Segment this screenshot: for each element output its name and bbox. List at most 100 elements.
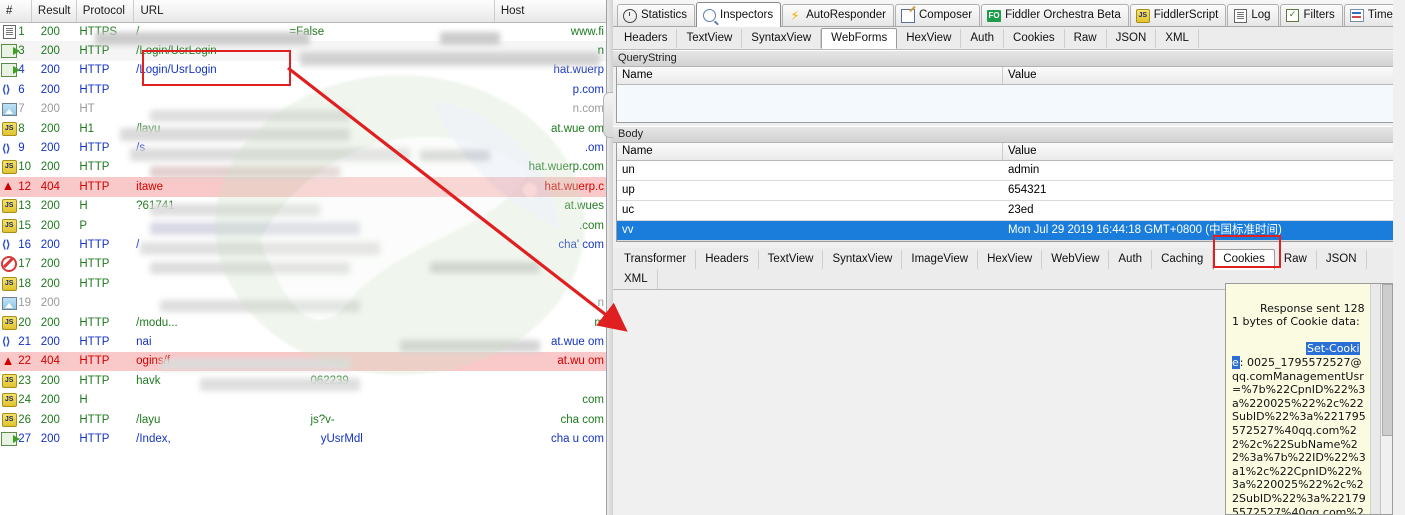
request-tab-hexview[interactable]: HexView <box>897 28 962 48</box>
tab-statistics[interactable]: Statistics <box>617 4 696 26</box>
row-type-icon <box>0 256 18 273</box>
image-icon <box>1 102 17 116</box>
request-arrow-icon <box>1 63 21 78</box>
js-icon: JS <box>1135 8 1150 23</box>
session-host: m <box>594 316 604 329</box>
response-tab-transformer[interactable]: Transformer <box>615 250 697 269</box>
session-host: .com <box>579 219 604 232</box>
column-header-host[interactable]: Host <box>495 0 606 22</box>
redaction-smudge <box>160 300 360 312</box>
js-icon: JS <box>1 121 17 136</box>
tab-label: Log <box>1251 9 1271 21</box>
body-grid[interactable]: Name Value un admin up 654321 uc 23ed vv Mon Ju… <box>616 143 1402 242</box>
warning-icon: ▲ <box>1 178 15 194</box>
tab-label: FiddlerScript <box>1153 9 1219 21</box>
body-col-value[interactable]: Value <box>1003 143 1401 160</box>
table-row[interactable]: ▲ 12 404 HTTP itawe hat.wuerp.c <box>0 177 606 197</box>
tab-log[interactable]: Log <box>1227 4 1279 26</box>
row-type-icon: JS <box>0 412 18 427</box>
response-tab-caching[interactable]: Caching <box>1152 250 1214 269</box>
url-highlight-box <box>142 50 291 86</box>
column-header-result[interactable]: Result <box>32 0 77 22</box>
response-tab-headers[interactable]: Headers <box>696 250 759 269</box>
session-result: 200 <box>40 277 60 290</box>
session-number: 19 <box>18 297 31 310</box>
body-param-row[interactable]: up 654321 <box>617 181 1401 201</box>
body-grid-rows[interactable]: un admin up 654321 uc 23ed vv Mon Jul 29 2019 1… <box>617 161 1401 241</box>
redaction-smudge <box>160 358 350 370</box>
querystring-empty-area[interactable] <box>617 85 1401 122</box>
cookies-scrollbar-thumb[interactable] <box>1382 284 1392 436</box>
tab-autoresponder[interactable]: ⚡ AutoResponder <box>782 4 894 26</box>
session-number: 26 <box>18 413 31 426</box>
table-row[interactable]: ⟨⟩ 6 200 HTTP p.com <box>0 80 606 99</box>
main-tab-strip[interactable]: Statistics Inspectors ⚡ AutoResponder Compos… <box>613 0 1405 27</box>
response-tab-json[interactable]: JSON <box>1317 250 1367 269</box>
js-icon: JS <box>1 315 17 330</box>
response-cookies-view[interactable]: Response sent 1281 bytes of Cookie data:… <box>1225 283 1393 515</box>
session-result: 200 <box>40 122 60 135</box>
querystring-grid[interactable]: Name Value <box>616 67 1402 123</box>
session-list-panel[interactable]: # Result Protocol URL Host 1200HTTPS/=Fa… <box>0 0 607 515</box>
request-inspector-tabs[interactable]: Headers TextView SyntaxView WebForms HexView… <box>613 27 1405 50</box>
redaction-smudge <box>150 204 320 216</box>
session-host: n <box>597 297 604 310</box>
row-type-icon: ▲ <box>0 354 18 368</box>
request-tab-textview[interactable]: TextView <box>677 28 743 48</box>
response-tab-textview[interactable]: TextView <box>759 250 824 269</box>
session-result: 200 <box>40 432 60 445</box>
request-tab-webforms[interactable]: WebForms <box>821 27 898 49</box>
column-header-number[interactable]: # <box>0 0 32 22</box>
body-param-name: un <box>622 164 635 176</box>
table-row[interactable]: JS 20 200 HTTP/modu... m <box>0 313 606 332</box>
request-tab-xml[interactable]: XML <box>1156 28 1199 48</box>
request-tab-cookies[interactable]: Cookies <box>1004 28 1065 48</box>
request-tab-json[interactable]: JSON <box>1107 28 1157 48</box>
body-param-row[interactable]: un admin <box>617 161 1401 181</box>
magnifier-icon <box>702 8 716 22</box>
cookies-scrollbar[interactable] <box>1380 284 1392 514</box>
response-tab-auth[interactable]: Auth <box>1109 250 1153 269</box>
response-tab-syntaxview[interactable]: SyntaxView <box>823 250 903 269</box>
session-number: 13 <box>18 200 31 213</box>
column-header-protocol[interactable]: Protocol <box>77 0 135 22</box>
request-tab-auth[interactable]: Auth <box>961 28 1005 48</box>
qs-col-value[interactable]: Value <box>1003 67 1401 84</box>
request-tab-syntaxview[interactable]: SyntaxView <box>742 28 822 48</box>
set-cookie-value: : 0025_1795572527@qq.comManagementUsr=%7… <box>1232 355 1366 515</box>
qs-col-name[interactable]: Name <box>617 67 1003 84</box>
body-col-name[interactable]: Name <box>617 143 1003 160</box>
response-tab-raw[interactable]: Raw <box>1275 250 1317 269</box>
table-row[interactable]: JS 18 200 HTTP <box>0 274 606 293</box>
response-tab-xml[interactable]: XML <box>615 270 658 289</box>
request-tab-raw[interactable]: Raw <box>1065 28 1107 48</box>
querystring-grid-header: Name Value <box>617 67 1401 85</box>
session-protocol: HTTP <box>79 238 110 251</box>
tab-inspectors[interactable]: Inspectors <box>696 2 782 27</box>
session-result: 404 <box>40 180 60 193</box>
tab-composer[interactable]: Composer <box>895 4 981 26</box>
row-type-icon: JS <box>0 393 18 408</box>
column-header-url[interactable]: URL <box>134 0 495 22</box>
session-protocol: HTTP <box>79 161 110 174</box>
session-number: 3 <box>18 45 25 58</box>
response-tab-hexview[interactable]: HexView <box>978 250 1043 269</box>
request-tab-headers[interactable]: Headers <box>615 28 678 48</box>
table-row[interactable]: 27 200 HTTP/Index, yUsrMdl cha u com <box>0 429 606 448</box>
tab-fiddler-orchestra-beta[interactable]: FO Fiddler Orchestra Beta <box>981 4 1129 26</box>
session-number: 17 <box>18 258 31 271</box>
response-tab-imageview[interactable]: ImageView <box>902 250 979 269</box>
row-type-icon: JS <box>0 315 18 330</box>
document-icon <box>2 24 16 39</box>
table-row[interactable]: JS 24 200 Hcom <box>0 390 606 409</box>
table-row[interactable]: JS 26 200 HTTP/layu js?v-cha com <box>0 410 606 429</box>
body-param-row[interactable]: vv Mon Jul 29 2019 16:44:18 GMT+0800 (中国标… <box>617 221 1401 241</box>
body-param-row[interactable]: uc 23ed <box>617 201 1401 221</box>
tab-fiddlerscript[interactable]: JS FiddlerScript <box>1129 4 1227 26</box>
tab-filters[interactable]: ✓ Filters <box>1279 4 1343 26</box>
tab-label: Filters <box>1303 9 1335 21</box>
session-number: 12 <box>18 180 31 193</box>
response-tab-webview[interactable]: WebView <box>1042 250 1110 269</box>
cookies-text-body: Response sent 1281 bytes of Cookie data:… <box>1226 284 1392 515</box>
session-number: 23 <box>18 374 31 387</box>
